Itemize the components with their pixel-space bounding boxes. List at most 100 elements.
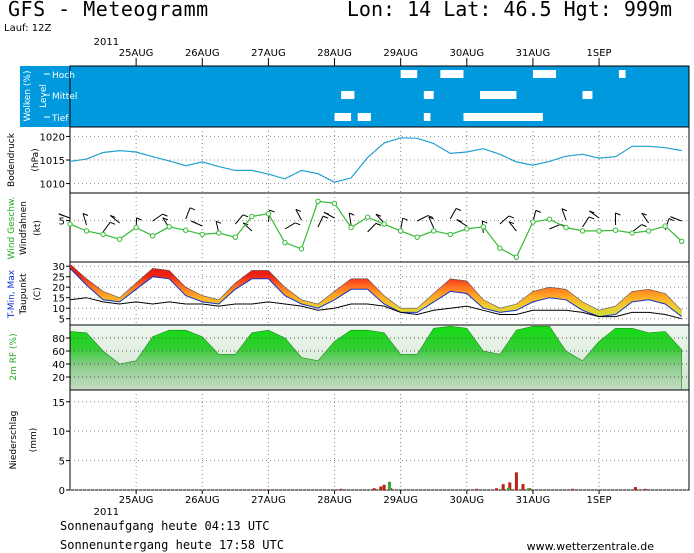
cloud-patch: [618, 70, 626, 78]
wind-barb: [234, 214, 244, 225]
wind-speed-point: [166, 224, 172, 230]
wind-speed-point: [480, 224, 487, 230]
precipitation-ytick-label: 15: [52, 398, 65, 409]
precip-bar: [263, 489, 267, 490]
wind-barb-flag: [191, 220, 197, 224]
top-date-label: 27AUG: [251, 48, 286, 59]
temperature-ylabel2: Taupunkt: [19, 273, 29, 316]
temperature-band: [70, 264, 682, 317]
cloud-level-label: Hoch: [52, 71, 75, 81]
wind-speed-point: [563, 224, 569, 231]
wind-barb-flag: [295, 222, 301, 226]
wind-barb: [102, 221, 111, 233]
wind-speed-point: [331, 200, 338, 207]
wind-speed-point: [645, 228, 652, 234]
temperature-ytick-label: 30: [52, 262, 65, 273]
temperature-ytick-label: 5: [59, 315, 65, 326]
wind-speed-point: [414, 234, 420, 240]
precip-bar: [571, 488, 575, 490]
wind-barb-flag: [109, 221, 116, 225]
bottom-date-label: 26AUG: [185, 495, 220, 506]
cloud-patch: [334, 113, 352, 121]
wind-barb-flag: [615, 212, 621, 216]
temperature-ytick-label: 15: [52, 294, 65, 305]
wind-barb: [400, 218, 404, 231]
wind-speed-point: [249, 213, 255, 220]
wind-speed-point: [282, 239, 288, 246]
top-date-label: 31AUG: [516, 48, 551, 59]
wind-speed-point: [315, 198, 321, 204]
temperature-ytick-label: 20: [52, 283, 65, 294]
wind-speed-point: [116, 236, 123, 242]
temperature-unit: (C): [33, 287, 43, 300]
temperature-ytick-label: 10: [52, 304, 65, 315]
humidity-ytick-label: 80: [52, 334, 65, 345]
wind-speed-point: [596, 228, 602, 234]
sunset-text: Sonnenuntergang heute 17:58 UTC: [60, 538, 284, 552]
wind-speed-line: [69, 200, 683, 259]
precip-bar: [387, 481, 391, 490]
wind-speed-point: [546, 216, 553, 222]
wind-barb: [367, 223, 377, 233]
top-date-label: 29AUG: [383, 48, 418, 59]
humidity-ytick-label: 60: [52, 347, 65, 358]
wind-barb: [185, 207, 191, 220]
wind-barb-flag: [269, 209, 275, 213]
wind-barb: [284, 222, 296, 230]
wind-barb-flag: [242, 214, 249, 218]
wind-barb-flag: [588, 216, 595, 220]
wind-barb: [348, 213, 352, 226]
wind-speed-point: [348, 224, 354, 231]
precip-bar: [643, 488, 647, 490]
cloud-patch: [341, 91, 355, 99]
wind-speed-point: [579, 228, 586, 234]
wind-barb-flag: [189, 207, 196, 211]
meteogram: GFS - Meteogramm Lon: 14 Lat: 46.5 Hgt: …: [0, 0, 694, 553]
wind-speed-point: [513, 254, 520, 260]
temperature-ylabel: T-Min, Max: [7, 269, 17, 319]
wind-speed-point: [679, 238, 685, 245]
bottom-date-label: 29AUG: [383, 495, 418, 506]
wind-barb-flag: [670, 216, 676, 220]
pressure-ylabel: Bodendruck: [7, 132, 17, 187]
wind-speed-point: [497, 245, 503, 251]
wind-barb-flag: [322, 215, 329, 219]
wind-speed-point: [265, 211, 272, 217]
wind-barb-flag: [136, 217, 142, 221]
cloud-patch: [423, 113, 431, 121]
wind-speed-point: [612, 227, 619, 233]
top-date-label: 26AUG: [185, 48, 220, 59]
wind-speed-point: [298, 246, 305, 252]
humidity-ytick-label: 20: [52, 373, 65, 384]
cloud-ylabel: Wolken (%): [23, 71, 33, 122]
precip-bar: [514, 472, 518, 490]
bottom-date-label: 30AUG: [449, 495, 484, 506]
bottom-year-label: 2011: [94, 507, 119, 518]
cloud-plot-area: [69, 65, 690, 128]
wind-barb: [549, 223, 561, 230]
cloud-ylabel2: Level: [39, 84, 49, 108]
pressure-ytick-label: 1020: [40, 132, 65, 143]
humidity-ytick-label: 40: [52, 360, 65, 371]
top-year-label: 2011: [94, 37, 119, 48]
wind-speed-point: [232, 234, 239, 240]
precip-bar: [526, 488, 530, 490]
bottom-date-label: 27AUG: [251, 495, 286, 506]
wind-barb-flag: [58, 213, 64, 217]
credit-link[interactable]: www.wetterzentrale.de: [527, 540, 654, 553]
cloud-patch: [400, 70, 418, 78]
sunrise-text: Sonnenaufgang heute 04:13 UTC: [60, 519, 270, 533]
top-date-label: 28AUG: [317, 48, 352, 59]
wind-speed-point: [199, 231, 205, 238]
top-date-label: 30AUG: [449, 48, 484, 59]
top-date-label: 1SEP: [587, 48, 612, 59]
wind-speed-point: [431, 228, 437, 234]
precip-bar: [339, 488, 343, 490]
precip-bar: [475, 488, 479, 490]
precip-bar: [521, 484, 525, 490]
bottom-date-label: 25AUG: [119, 495, 154, 506]
pressure-ytick-label: 1010: [40, 180, 65, 191]
cloud-patch: [582, 91, 593, 99]
precip-ylabel: Niederschlag: [9, 411, 19, 470]
wind-speed-point: [67, 221, 73, 227]
